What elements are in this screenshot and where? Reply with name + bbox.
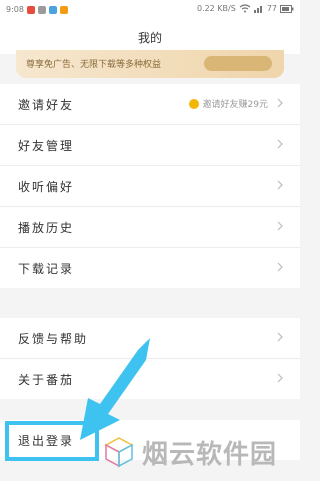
menu-item-label: 好友管理: [18, 139, 75, 153]
menu-item-invite[interactable]: 邀请好友 邀请好友赚29元: [0, 84, 300, 125]
menu-item-label: 关于番茄: [18, 373, 75, 387]
status-bar: 9:08 0.22 KB/S 77: [0, 0, 300, 22]
menu-item-downloads[interactable]: 下载记录: [0, 248, 300, 288]
alarm-icon: [37, 5, 46, 14]
vip-banner-button[interactable]: [204, 56, 272, 71]
menu-item-feedback[interactable]: 反馈与帮助: [0, 318, 300, 359]
menu-item-label: 播放历史: [18, 221, 75, 235]
chevron-right-icon: [277, 221, 283, 231]
chevron-right-icon: [277, 373, 283, 383]
menu-list: 邀请好友 邀请好友赚29元 好友管理 收听偏好 播放历史 下载记录: [0, 84, 300, 288]
menu-item-label: 下载记录: [18, 262, 75, 276]
chevron-right-icon: [277, 139, 283, 149]
menu-item-friends[interactable]: 好友管理: [0, 125, 300, 166]
menu-item-preferences[interactable]: 收听偏好: [0, 166, 300, 207]
menu-item-label: 反馈与帮助: [18, 332, 89, 346]
network-speed: 0.22 KB/S: [196, 4, 236, 13]
vip-banner[interactable]: 尊享免广告、无限下载等多种权益: [16, 50, 284, 78]
menu-item-about[interactable]: 关于番茄: [0, 359, 300, 399]
chevron-right-icon: [277, 332, 283, 342]
menu-item-label: 邀请好友: [18, 98, 75, 112]
coin-icon: [188, 98, 199, 109]
logout-label: 退出登录: [18, 434, 75, 448]
page-title: 我的: [137, 31, 162, 45]
app-icon-2: [59, 5, 68, 14]
status-time: 9:08: [6, 5, 24, 14]
chevron-right-icon: [277, 262, 283, 272]
signal-icon: [253, 6, 262, 13]
notification-icon: [26, 5, 35, 14]
watermark: 烟云软件园: [102, 432, 292, 472]
menu-item-history[interactable]: 播放历史: [0, 207, 300, 248]
invite-reward-text: 邀请好友赚29元: [202, 100, 268, 110]
cube-logo-icon: [104, 437, 134, 468]
battery-level: 77: [266, 4, 277, 13]
chevron-right-icon: [277, 180, 283, 190]
battery-icon: [280, 4, 294, 13]
wifi-icon: [239, 4, 251, 13]
watermark-text: 烟云软件园: [142, 439, 278, 470]
menu-list-secondary: 反馈与帮助 关于番茄: [0, 318, 300, 399]
invite-reward: 邀请好友赚29元: [188, 97, 268, 110]
chevron-right-icon: [277, 98, 283, 108]
vip-banner-text: 尊享免广告、无限下载等多种权益: [26, 60, 162, 70]
menu-item-label: 收听偏好: [18, 180, 75, 194]
app-icon: [48, 5, 57, 14]
